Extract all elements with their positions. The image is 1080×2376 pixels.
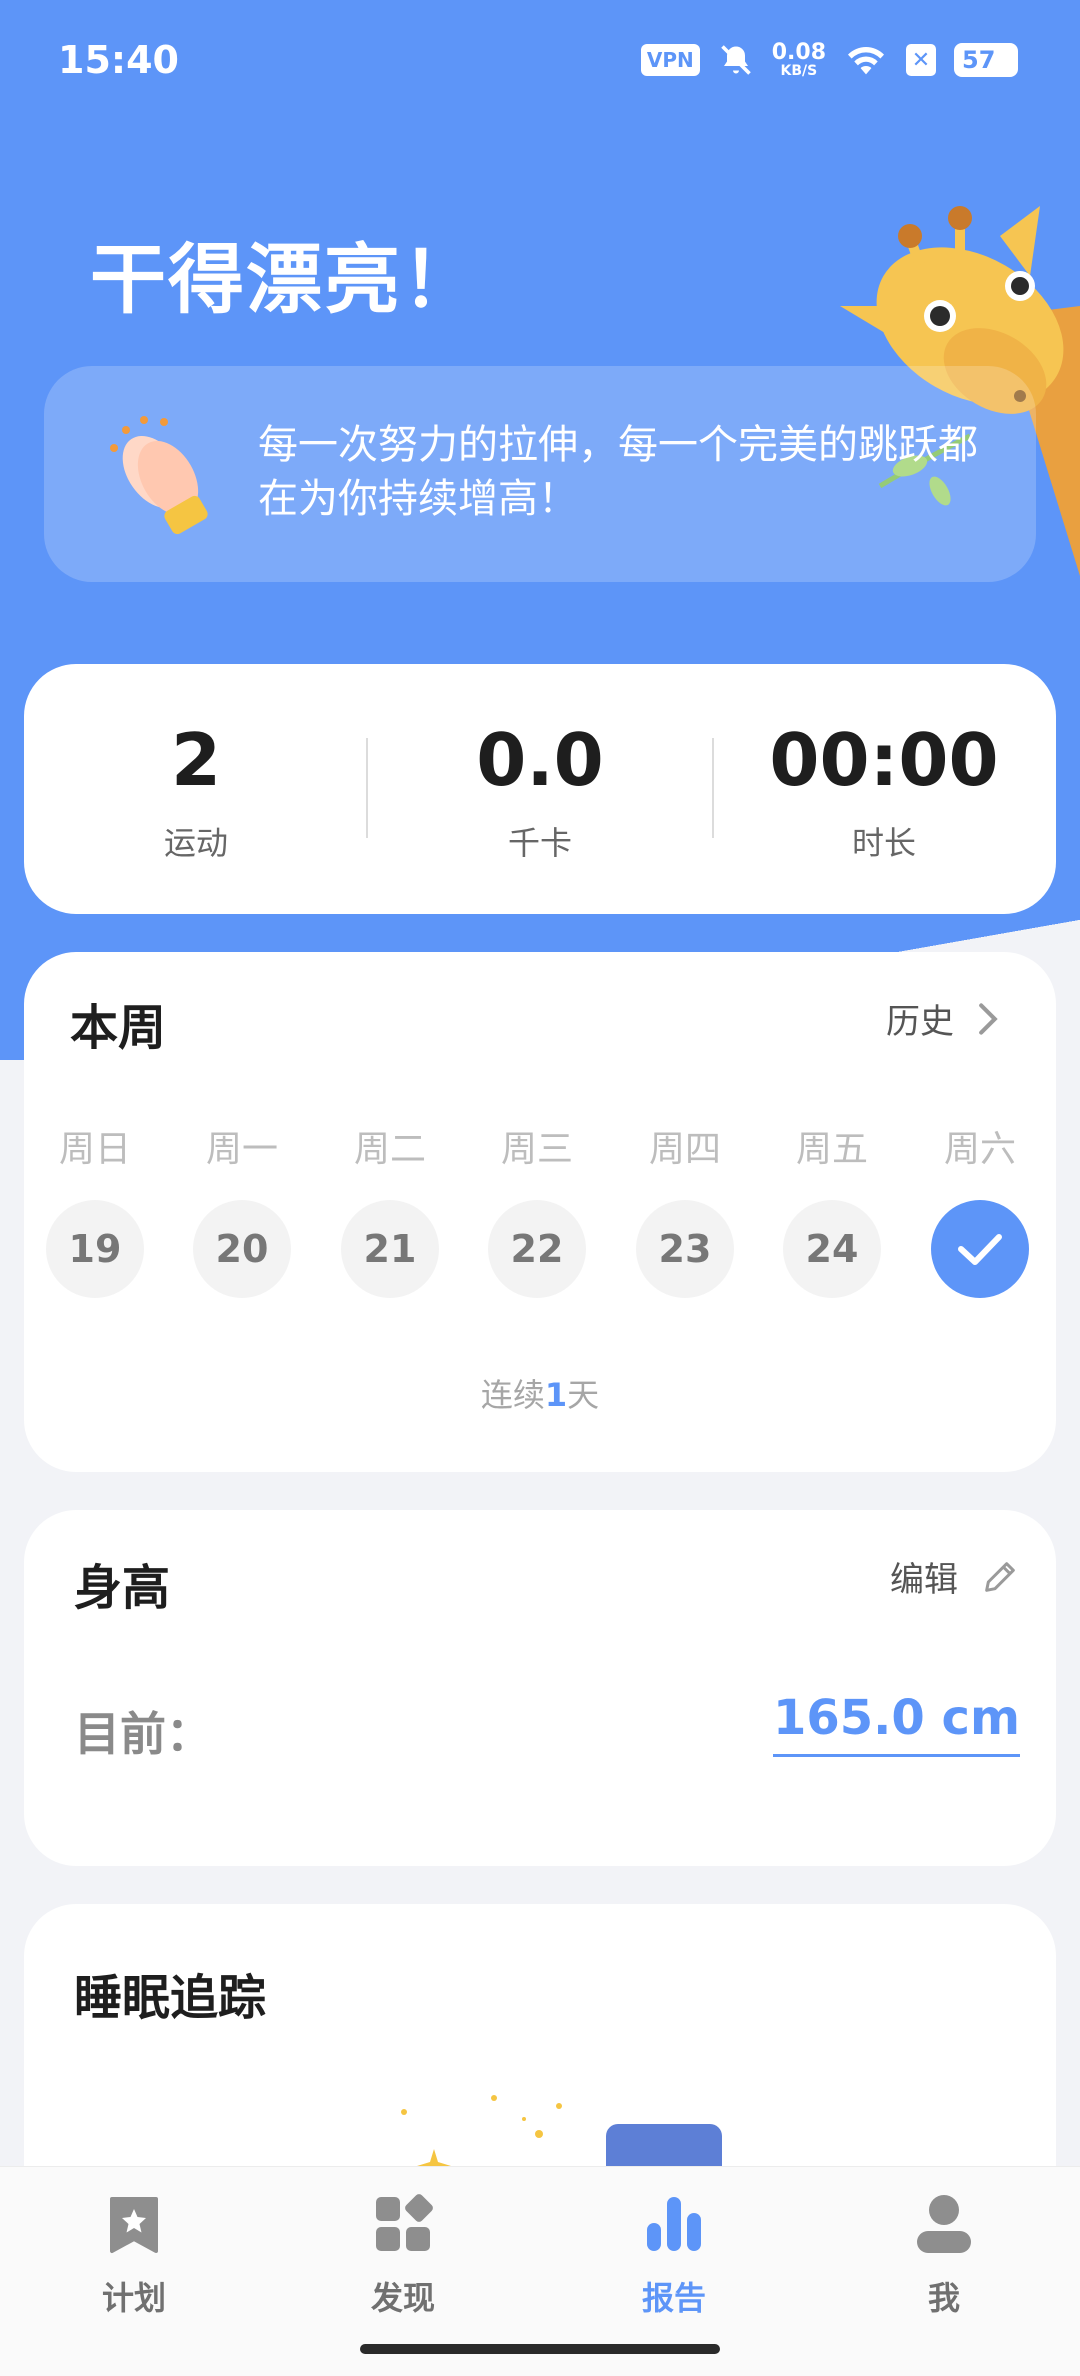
tab-label: 报告 — [641, 2279, 706, 2317]
day-label: 周二 — [353, 1129, 426, 1170]
height-card: 身高 编辑 目前： 165.0 cm — [24, 1510, 1056, 1866]
tab-plan[interactable]: 计划 — [34, 2189, 234, 2319]
stat-workouts: 2 运动 — [46, 724, 346, 864]
grid-icon — [376, 2194, 433, 2251]
status-bar: 15:40 VPN 0.08 KB/S ✕ 57 — [0, 0, 1080, 120]
battery-icon: 57 — [954, 43, 1018, 77]
history-label: 历史 — [886, 1002, 954, 1042]
net-speed: 0.08 KB/S — [771, 40, 826, 79]
stat-calories: 0.0 千卡 — [390, 724, 690, 864]
week-title: 本周 — [70, 1000, 167, 1056]
day-circle[interactable]: 21 — [341, 1200, 439, 1298]
divider — [712, 738, 714, 838]
history-button[interactable]: 历史 — [886, 994, 1000, 1043]
bell-mute-icon — [720, 45, 751, 75]
edit-label: 编辑 — [890, 1560, 958, 1600]
person-icon — [917, 2195, 971, 2253]
stat-label: 千卡 — [507, 824, 572, 862]
stat-label: 运动 — [163, 824, 228, 862]
day-circle[interactable]: 23 — [636, 1200, 734, 1298]
page-title: 干得漂亮！ — [90, 235, 480, 324]
stat-value: 00:00 — [769, 718, 999, 802]
tab-label: 计划 — [101, 2279, 166, 2317]
stat-value: 0.0 — [476, 718, 604, 802]
current-height-value[interactable]: 165.0 cm — [772, 1690, 1020, 1757]
stat-label: 时长 — [851, 824, 916, 862]
day-label: 周五 — [795, 1129, 868, 1170]
clapping-hands-icon — [110, 416, 208, 535]
day-circle[interactable]: 22 — [488, 1200, 586, 1298]
tab-label: 发现 — [370, 2279, 435, 2317]
day-label: 周六 — [943, 1129, 1016, 1170]
divider — [366, 738, 368, 838]
height-title: 身高 — [74, 1560, 171, 1616]
stat-value: 2 — [170, 718, 222, 802]
day-circle[interactable]: 20 — [193, 1200, 291, 1298]
tab-discover[interactable]: 发现 — [303, 2189, 503, 2319]
bar-chart-icon — [647, 2197, 701, 2251]
week-card: 本周 历史 周日 周一 周二 周三 周四 周五 周六 19 20 21 22 2… — [24, 952, 1056, 1472]
sim-off-icon: ✕ — [906, 44, 936, 76]
pencil-icon — [985, 1561, 1015, 1592]
edit-button[interactable]: 编辑 — [890, 1552, 1020, 1601]
day-circle[interactable]: 19 — [46, 1200, 144, 1298]
stat-duration: 00:00 时长 — [734, 724, 1034, 864]
day-circle-completed[interactable] — [931, 1200, 1029, 1298]
tab-label: 我 — [927, 2279, 960, 2317]
day-label: 周四 — [648, 1129, 721, 1170]
sleep-title: 睡眠追踪 — [74, 1970, 267, 2026]
tab-report[interactable]: 报告 — [574, 2189, 774, 2319]
streak-count: 1 — [544, 1376, 568, 1414]
stats-card: 2 运动 0.0 千卡 00:00 时长 — [24, 664, 1056, 914]
tab-me[interactable]: 我 — [844, 2189, 1044, 2319]
checkmark-icon — [958, 1234, 1002, 1265]
vpn-icon: VPN — [640, 44, 700, 76]
motto-text: 每一次努力的拉伸，每一个完美的跳跃都在为你持续增高！ — [258, 422, 978, 522]
bookmark-star-icon — [110, 2197, 158, 2253]
motto-banner: 每一次努力的拉伸，每一个完美的跳跃都在为你持续增高！ — [44, 366, 1036, 582]
wifi-icon — [848, 47, 884, 75]
day-label: 周三 — [500, 1129, 573, 1170]
day-label: 周日 — [58, 1129, 131, 1170]
chevron-right-icon — [979, 1002, 998, 1035]
status-icons: VPN 0.08 KB/S ✕ 57 — [640, 40, 1018, 79]
current-height-label: 目前： — [74, 1707, 212, 1761]
day-circle[interactable]: 24 — [783, 1200, 881, 1298]
streak-text: 连续1天 — [480, 1376, 600, 1414]
status-time: 15:40 — [58, 38, 179, 82]
day-label: 周一 — [205, 1129, 278, 1170]
home-indicator[interactable] — [360, 2344, 720, 2354]
